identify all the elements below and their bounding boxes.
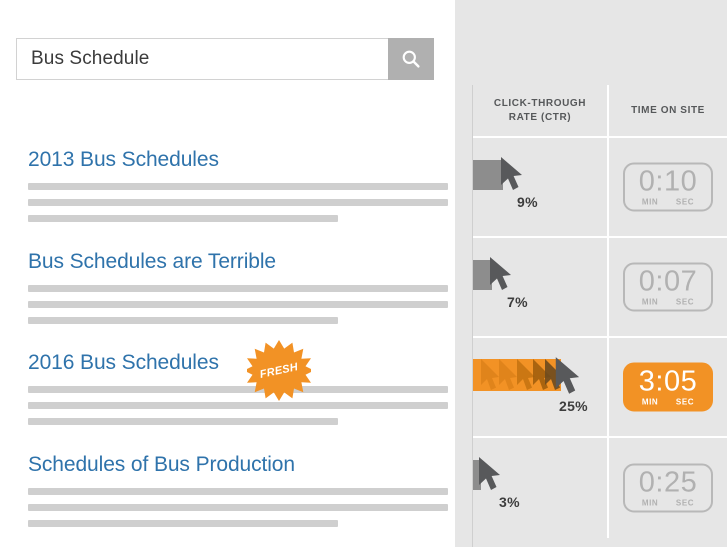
timer-min-label: MIN [641,297,659,307]
snippet-line [28,183,448,190]
result-snippet [28,183,448,222]
search-result-item[interactable]: 2013 Bus Schedules [28,148,448,231]
ctr-header-line2: RATE (CTR) [508,111,572,123]
timer-widget: 0:10 MIN SEC [623,162,713,212]
ctr-cell: 7% [473,238,609,336]
timer-digits: 3:05 [638,365,698,398]
search-results-panel: 2013 Bus Schedules Bus Schedules are Ter… [0,0,455,547]
result-title-link[interactable]: Schedules of Bus Production [28,453,448,477]
ctr-value: 25% [559,398,588,414]
search-result-item[interactable]: Schedules of Bus Production [28,453,448,536]
ctr-cell: 25% [473,338,609,436]
metrics-row: 3% 0:25 MIN SEC [473,438,727,538]
ctr-value: 7% [507,294,528,310]
result-snippet [28,386,448,425]
time-on-site-cell: 0:25 MIN SEC [609,438,727,538]
timer-digits: 0:10 [638,165,698,198]
timer-sec-label: SEC [675,397,695,407]
timer-widget: 0:07 MIN SEC [623,262,713,312]
snippet-line [28,301,448,308]
time-on-site-cell: 3:05 MIN SEC [609,338,727,436]
search-input[interactable] [17,48,388,70]
timer-widget-highlighted: 3:05 MIN SEC [623,362,713,412]
result-snippet [28,285,448,324]
metrics-row-highlighted: 25% 3:05 MIN SEC [473,338,727,438]
timer-sec-label: SEC [675,498,695,508]
metrics-row: 9% 0:10 MIN SEC [473,138,727,238]
column-header-ctr: CLICK-THROUGH RATE (CTR) [473,85,609,136]
metrics-panel: CLICK-THROUGH RATE (CTR) TIME ON SITE 9%… [455,0,727,547]
snippet-line [28,504,448,511]
snippet-line [28,285,448,292]
snippet-line [28,418,338,425]
column-header-time-on-site: TIME ON SITE [609,85,727,136]
search-result-item[interactable]: 2016 Bus Schedules [28,351,448,434]
timer-min-label: MIN [641,498,659,508]
result-title-link[interactable]: 2013 Bus Schedules [28,148,448,172]
metrics-header-row: CLICK-THROUGH RATE (CTR) TIME ON SITE [473,85,727,138]
ctr-value: 9% [517,194,538,210]
result-title-link[interactable]: 2016 Bus Schedules [28,351,448,375]
result-title-link[interactable]: Bus Schedules are Terrible [28,250,448,274]
snippet-line [28,317,338,324]
time-header-line1: TIME ON SITE [631,104,705,116]
snippet-line [28,199,448,206]
search-icon [400,48,422,70]
ctr-value: 3% [499,494,520,510]
cursor-icon [553,356,583,401]
timer-digits: 0:07 [638,265,698,298]
timer-widget: 0:25 MIN SEC [623,463,713,513]
timer-sec-label: SEC [675,197,695,207]
timer-sec-label: SEC [675,297,695,307]
search-result-item[interactable]: Bus Schedules are Terrible [28,250,448,333]
snippet-line [28,386,448,393]
time-on-site-cell: 0:07 MIN SEC [609,238,727,336]
search-input-wrapper [16,38,388,80]
snippet-line [28,402,448,409]
timer-min-label: MIN [641,197,659,207]
cursor-icon [477,456,503,497]
result-snippet [28,488,448,527]
cursor-icon [488,256,514,297]
timer-digits: 0:25 [638,466,698,499]
snippet-line [28,488,448,495]
metrics-row: 7% 0:07 MIN SEC [473,238,727,338]
search-bar [16,38,434,80]
snippet-line [28,520,338,527]
snippet-line [28,215,338,222]
search-button[interactable] [388,38,434,80]
ctr-cell: 3% [473,438,609,538]
timer-min-label: MIN [641,397,659,407]
time-on-site-cell: 0:10 MIN SEC [609,138,727,236]
ctr-cell: 9% [473,138,609,236]
ctr-header-line1: CLICK-THROUGH [493,97,587,109]
metrics-table: CLICK-THROUGH RATE (CTR) TIME ON SITE 9%… [472,85,727,547]
cursor-icon [499,156,525,197]
